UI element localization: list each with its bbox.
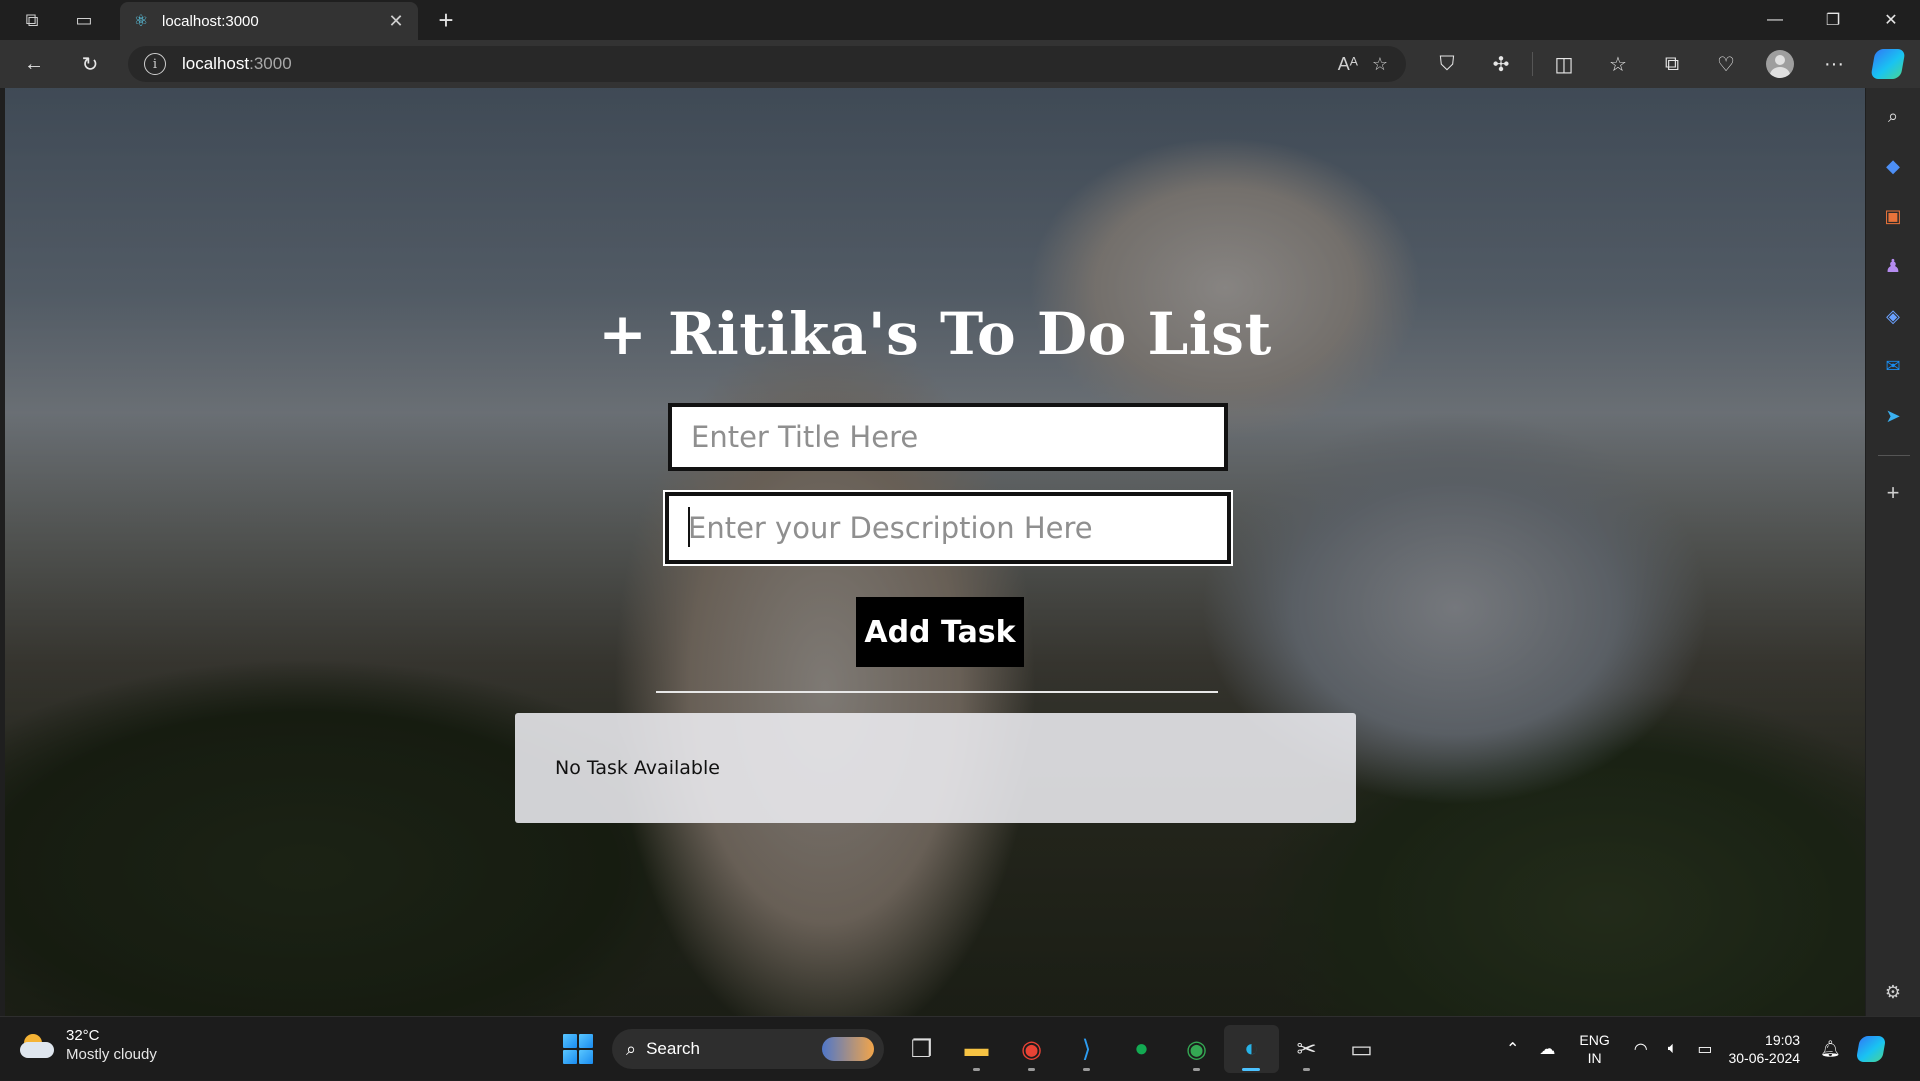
todo-app: + Ritika's To Do List Add Task No Task A…	[5, 88, 1865, 1016]
add-task-button[interactable]: Add Task	[856, 597, 1024, 667]
browser-essentials-icon[interactable]: ♡	[1699, 44, 1753, 84]
taskbar-apps: ⌕ Search ❐ ▬ ◉ ⟩ ● ◉ ◐ ✂ ▭	[554, 1025, 1389, 1073]
language-indicator[interactable]: ENG IN	[1579, 1031, 1609, 1067]
minimize-button[interactable]: —	[1746, 0, 1804, 40]
browser-tab[interactable]: ⚛ localhost:3000 ✕	[120, 2, 418, 40]
clock[interactable]: 19:03 30-06-2024	[1728, 1031, 1800, 1067]
window-controls: — ❐ ✕	[1746, 0, 1920, 40]
restore-button[interactable]: ❐	[1804, 0, 1862, 40]
copilot-sidebar-icon[interactable]: ◈	[1881, 304, 1905, 328]
shopping-tag-icon[interactable]: ◆	[1881, 154, 1905, 178]
chrome-icon[interactable]: ◉	[1004, 1025, 1059, 1073]
vscode-icon[interactable]: ⟩	[1059, 1025, 1114, 1073]
tab-actions-icon[interactable]: ▭	[66, 2, 102, 38]
chevron-up-icon[interactable]: ⌃	[1506, 1039, 1519, 1059]
collections-icon[interactable]: ⧉	[1645, 44, 1699, 84]
divider	[656, 691, 1218, 693]
notification-bell-icon[interactable]: 🔔︎	[1820, 1039, 1840, 1059]
url-host: localhost	[182, 54, 250, 73]
task-list: No Task Available	[515, 713, 1356, 823]
games-icon[interactable]: ♟	[1881, 254, 1905, 278]
send-icon[interactable]: ➤	[1881, 404, 1905, 428]
copilot-taskbar-icon[interactable]	[1856, 1036, 1887, 1062]
tab-strip: ⧉ ▭ ⚛ localhost:3000 ✕ + — ❐ ✕	[0, 0, 1920, 40]
copilot-icon	[1870, 49, 1906, 79]
terminal-icon[interactable]: ▭	[1334, 1025, 1389, 1073]
partly-cloudy-icon	[20, 1034, 54, 1058]
search-highlight-icon	[822, 1037, 874, 1061]
add-sidebar-app-icon[interactable]: +	[1881, 480, 1905, 505]
extensions-icon[interactable]: ✣	[1474, 44, 1528, 84]
settings-gear-icon[interactable]: ⚙	[1881, 980, 1905, 1004]
more-menu-icon[interactable]: ···	[1807, 44, 1861, 84]
react-icon: ⚛	[133, 13, 149, 30]
empty-state-message: No Task Available	[555, 757, 720, 779]
toolbar-actions: ⛉ ✣ ◫ ☆ ⧉ ♡ ···	[1420, 44, 1915, 84]
start-button[interactable]	[554, 1025, 602, 1073]
tracking-prevention-icon[interactable]: ⛉	[1420, 44, 1474, 84]
search-label: Search	[646, 1039, 700, 1058]
wifi-icon[interactable]: ◠	[1634, 1039, 1648, 1059]
edge-sidebar: ⌕ ◆ ▣ ♟ ◈ ✉ ➤ + ⚙	[1866, 88, 1920, 1016]
workspaces-icon[interactable]: ⧉	[14, 2, 50, 38]
search-icon[interactable]: ⌕	[1881, 104, 1905, 128]
task-view-icon[interactable]: ❐	[894, 1025, 949, 1073]
title-input[interactable]	[668, 403, 1228, 471]
tools-icon[interactable]: ▣	[1881, 204, 1905, 228]
file-explorer-icon[interactable]: ▬	[949, 1025, 1004, 1073]
copilot-button[interactable]	[1861, 44, 1915, 84]
weather-condition: Mostly cloudy	[66, 1046, 157, 1063]
close-window-button[interactable]: ✕	[1862, 0, 1920, 40]
volume-icon[interactable]: 🔈︎	[1668, 1040, 1678, 1058]
toolbar-separator	[1532, 52, 1533, 76]
profile-button[interactable]	[1753, 44, 1807, 84]
region-code: IN	[1587, 1050, 1602, 1066]
clock-time: 19:03	[1765, 1032, 1801, 1048]
site-info-icon[interactable]: i	[144, 53, 166, 75]
system-tray: ⌃ ☁ ENG IN ◠ 🔈︎ ▭ 19:03 30-06-2024 🔔︎	[1496, 1017, 1887, 1081]
weather-temp: 32°C	[66, 1027, 100, 1044]
outlook-icon[interactable]: ✉	[1881, 354, 1905, 378]
search-icon: ⌕	[626, 1038, 637, 1059]
page-title: + Ritika's To Do List	[598, 300, 1272, 368]
weather-widget[interactable]: 32°C Mostly cloudy	[20, 1027, 157, 1065]
avatar	[1766, 50, 1794, 78]
back-button[interactable]: ←	[14, 44, 54, 84]
edge-icon[interactable]: ◐	[1224, 1025, 1279, 1073]
description-input[interactable]	[665, 492, 1231, 564]
page-viewport: + Ritika's To Do List Add Task No Task A…	[5, 88, 1865, 1016]
clock-date: 30-06-2024	[1728, 1050, 1801, 1066]
snipping-tool-icon[interactable]: ✂	[1279, 1025, 1334, 1073]
read-aloud-icon[interactable]: Aᴬ	[1338, 54, 1358, 75]
battery-icon[interactable]: ▭	[1697, 1039, 1712, 1059]
close-tab-icon[interactable]: ✕	[386, 11, 406, 32]
favorites-icon[interactable]: ☆	[1591, 44, 1645, 84]
chrome-profile-icon[interactable]: ◉	[1169, 1025, 1224, 1073]
text-caret	[688, 507, 690, 547]
url-port: :3000	[249, 54, 292, 73]
split-screen-icon[interactable]: ◫	[1537, 44, 1591, 84]
taskbar: 32°C Mostly cloudy ⌕ Search ❐ ▬ ◉ ⟩ ● ◉ …	[0, 1016, 1920, 1080]
language-code: ENG	[1579, 1032, 1610, 1048]
address-bar[interactable]: i localhost:3000 Aᴬ ☆	[128, 46, 1406, 82]
mongodb-compass-icon[interactable]: ●	[1114, 1025, 1169, 1073]
refresh-button[interactable]: ↻	[70, 44, 110, 84]
taskbar-search[interactable]: ⌕ Search	[612, 1029, 884, 1069]
tab-title: localhost:3000	[162, 12, 259, 30]
favorite-star-icon[interactable]: ☆	[1372, 54, 1388, 75]
onedrive-cloud-icon[interactable]: ☁	[1539, 1039, 1555, 1059]
new-tab-button[interactable]: +	[432, 5, 460, 35]
sidebar-separator	[1878, 455, 1910, 456]
